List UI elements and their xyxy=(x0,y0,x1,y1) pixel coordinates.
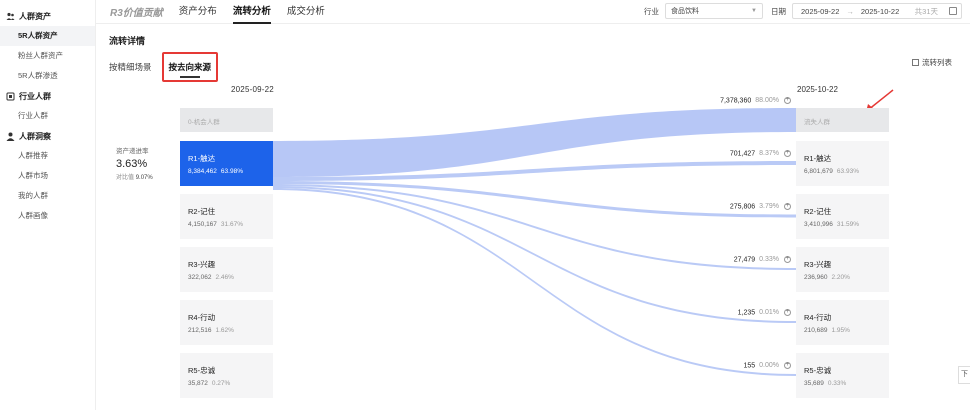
right-node-percent: 31.59% xyxy=(836,221,859,228)
left-node-count: 212,516 1.62% xyxy=(188,327,234,334)
flow-value: 155 xyxy=(743,362,756,370)
left-node-value: 35,872 xyxy=(188,380,208,387)
left-node-percent: 0.27% xyxy=(211,380,231,387)
right-node-value: 35,689 xyxy=(804,380,824,387)
flow-value-label: 155 0.00% + xyxy=(743,362,791,369)
expand-icon[interactable]: + xyxy=(784,97,791,104)
right-node-value: 3,410,996 xyxy=(804,221,833,228)
right-node-name: R4-行动 xyxy=(804,313,832,322)
right-node-percent: 2.20% xyxy=(831,274,850,281)
left-node-percent: 31.67% xyxy=(220,221,243,228)
left-node-percent: 63.98% xyxy=(220,168,243,175)
left-node-percent: 2.46% xyxy=(215,274,234,281)
left-node-count: 8,384,462 63.98% xyxy=(188,168,243,175)
right-node-name: R3-兴趣 xyxy=(804,260,832,269)
right-node-value: 210,689 xyxy=(804,327,828,334)
left-node-name: R5-忠诚 xyxy=(188,366,216,375)
left-node-name: R2-记住 xyxy=(188,207,216,216)
right-node-percent: 63.93% xyxy=(836,168,859,175)
expand-icon[interactable]: + xyxy=(784,309,791,316)
annotation-arrow xyxy=(867,89,894,111)
expand-icon[interactable]: + xyxy=(784,203,791,210)
right-node-count: 236,960 2.20% xyxy=(804,274,850,281)
left-node[interactable]: 0-机会人群 xyxy=(180,108,273,132)
flow-band[interactable] xyxy=(273,108,796,177)
left-node-name: R4-行动 xyxy=(188,313,216,322)
right-node-percent: 0.33% xyxy=(827,380,847,387)
flow-value-label: 7,378,360 88.00% + xyxy=(720,97,791,104)
left-node[interactable]: R2-记住 4,150,167 31.67% xyxy=(180,194,273,239)
flow-value-label: 701,427 8.37% + xyxy=(730,150,791,157)
right-node[interactable]: R2-记住 3,410,996 31.59% xyxy=(796,194,889,239)
scroll-down-button[interactable]: 下 xyxy=(958,366,970,384)
right-node[interactable]: R4-行动 210,689 1.95% xyxy=(796,300,889,345)
expand-icon[interactable]: + xyxy=(784,362,791,369)
left-node-name: 0-机会人群 xyxy=(188,119,220,126)
left-node-percent: 1.62% xyxy=(215,327,234,334)
left-node-value: 4,150,167 xyxy=(188,221,217,228)
right-node-name: R5-忠诚 xyxy=(804,366,832,375)
flow-percent: 0.33% xyxy=(759,256,779,264)
left-node[interactable]: R5-忠诚 35,872 0.27% xyxy=(180,353,273,398)
flow-band[interactable] xyxy=(273,181,796,218)
right-node-count: 210,689 1.95% xyxy=(804,327,850,334)
right-node-value: 236,960 xyxy=(804,274,828,281)
right-node[interactable]: 流失人群 xyxy=(796,108,889,132)
flow-percent: 8.37% xyxy=(759,150,779,158)
flow-value: 275,806 xyxy=(729,203,756,211)
right-node-count: 35,689 0.33% xyxy=(804,380,846,387)
flow-percent: 0.00% xyxy=(759,362,779,370)
right-node-count: 6,801,679 63.93% xyxy=(804,168,859,175)
flow-percent: 88.00% xyxy=(755,97,779,105)
right-node-percent: 1.95% xyxy=(831,327,850,334)
right-node[interactable]: R1-触达 6,801,679 63.93% xyxy=(796,141,889,186)
left-node-value: 8,384,462 xyxy=(188,168,217,175)
flow-percent: 0.01% xyxy=(759,309,779,317)
right-node-count: 3,410,996 31.59% xyxy=(804,221,859,228)
left-node-count: 4,150,167 31.67% xyxy=(188,221,243,228)
expand-icon[interactable]: + xyxy=(784,256,791,263)
flow-value-label: 27,479 0.33% + xyxy=(734,256,791,263)
flow-value: 701,427 xyxy=(729,150,756,158)
left-node[interactable]: R1-触达 8,384,462 63.98% xyxy=(180,141,273,186)
left-node[interactable]: R4-行动 212,516 1.62% xyxy=(180,300,273,345)
right-node-name: R2-记住 xyxy=(804,207,832,216)
left-node-name: R1-触达 xyxy=(188,154,216,163)
left-node[interactable]: R3-兴趣 322,062 2.46% xyxy=(180,247,273,292)
left-node-value: 212,516 xyxy=(188,327,212,334)
right-node[interactable]: R5-忠诚 35,689 0.33% xyxy=(796,353,889,398)
right-node-name: 流失人群 xyxy=(804,119,830,126)
right-node-name: R1-触达 xyxy=(804,154,832,163)
left-node-value: 322,062 xyxy=(188,274,212,281)
expand-icon[interactable]: + xyxy=(784,150,791,157)
left-node-count: 322,062 2.46% xyxy=(188,274,234,281)
flow-value: 7,378,360 xyxy=(720,97,752,105)
flow-value-label: 275,806 3.79% + xyxy=(730,203,791,210)
left-node-count: 35,872 0.27% xyxy=(188,380,230,387)
flow-value: 27,479 xyxy=(733,256,756,264)
flow-band[interactable] xyxy=(273,186,796,323)
flow-value-label: 1,235 0.01% + xyxy=(738,309,791,316)
flow-percent: 3.79% xyxy=(759,203,779,211)
flow-band[interactable] xyxy=(273,184,796,270)
left-node-name: R3-兴趣 xyxy=(188,260,216,269)
right-node-value: 6,801,679 xyxy=(804,168,833,175)
right-node[interactable]: R3-兴趣 236,960 2.20% xyxy=(796,247,889,292)
flow-value: 1,235 xyxy=(737,309,756,317)
